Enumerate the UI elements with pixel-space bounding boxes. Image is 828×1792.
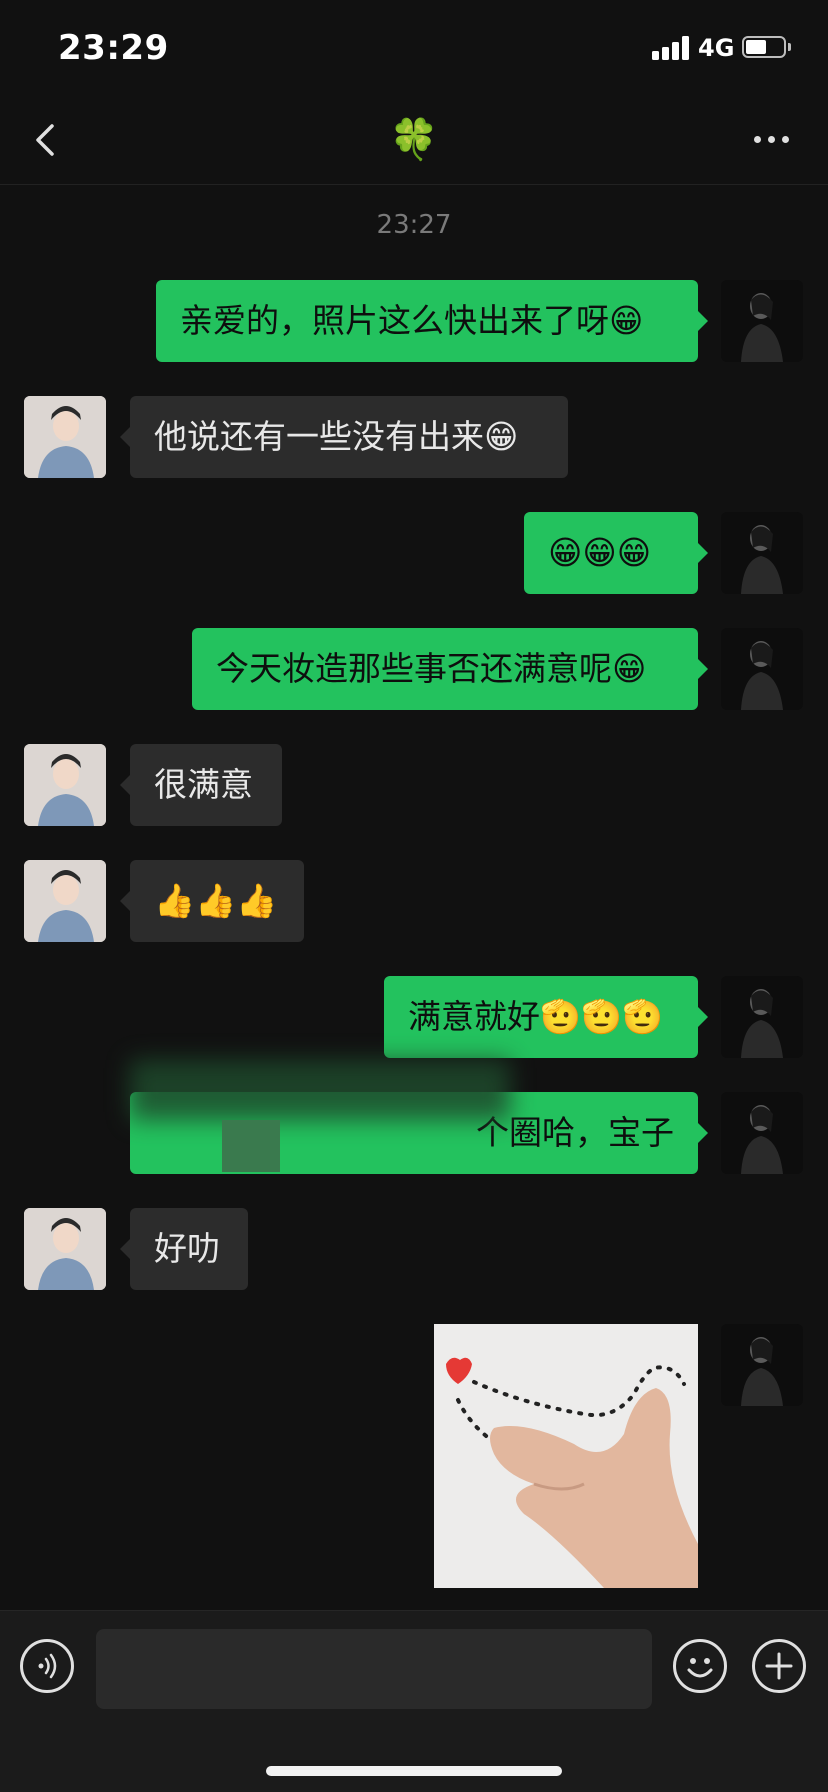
avatar-self[interactable] [721, 976, 803, 1058]
message-bubble-incoming[interactable]: 👍👍👍 [120, 860, 304, 942]
avatar-self[interactable] [721, 1092, 803, 1174]
avatar-other[interactable] [24, 744, 106, 826]
message-bubble-outgoing[interactable]: 😁😁😁 [524, 512, 708, 594]
voice-button[interactable] [20, 1639, 74, 1693]
avatar-self[interactable] [721, 628, 803, 710]
message-bubble-outgoing[interactable]: 今天妆造那些事否还满意呢😁 [192, 628, 708, 710]
avatar-other[interactable] [24, 1208, 106, 1290]
chat-title: 🍀 [389, 117, 439, 163]
battery-icon [742, 36, 786, 58]
chat-screen: 23:29 4G 🍀 23:27 亲爱的，照片这么快出来了呀😁 他说还有一些没有… [0, 0, 828, 1792]
plus-button[interactable] [752, 1639, 806, 1693]
message-bubble-outgoing[interactable]: 满意就好🫡🫡🫡 [384, 976, 708, 1058]
cellular-signal-icon [652, 36, 692, 60]
status-bar: 23:29 4G [0, 0, 828, 96]
image-message[interactable] [434, 1324, 698, 1588]
network-type: 4G [698, 34, 735, 62]
message-bubble-incoming[interactable]: 他说还有一些没有出来😁 [120, 396, 568, 478]
redaction-blur [130, 1060, 510, 1120]
avatar-other[interactable] [24, 860, 106, 942]
battery-tip [788, 43, 791, 51]
message-timestamp: 23:27 [376, 210, 452, 240]
redaction-block [222, 1120, 280, 1172]
emoji-icon [687, 1658, 713, 1678]
avatar-other[interactable] [24, 396, 106, 478]
status-time: 23:29 [58, 28, 169, 68]
avatar-self[interactable] [721, 280, 803, 362]
message-bubble-incoming[interactable]: 好叻 [120, 1208, 248, 1290]
nav-bar: 🍀 [0, 96, 828, 185]
message-bubble-incoming[interactable]: 很满意 [120, 744, 282, 826]
input-bar [0, 1610, 828, 1792]
more-icon[interactable] [752, 136, 792, 146]
emoji-button[interactable] [673, 1639, 727, 1693]
message-input[interactable] [96, 1629, 652, 1709]
avatar-self[interactable] [721, 512, 803, 594]
home-indicator [266, 1766, 562, 1776]
voice-icon [38, 1653, 57, 1679]
message-bubble-outgoing[interactable]: 亲爱的，照片这么快出来了呀😁 [156, 280, 708, 362]
avatar-self[interactable] [721, 1324, 803, 1406]
plus-icon [765, 1652, 793, 1680]
